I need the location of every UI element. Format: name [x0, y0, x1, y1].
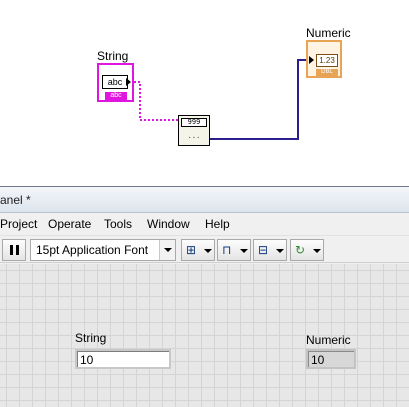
decimal-string-to-number-node[interactable]: 999 ··· — [178, 115, 210, 146]
numeric-terminal[interactable]: 1.23 DBL — [306, 40, 342, 78]
menu-bar: Project Operate Tools Window Help — [0, 213, 409, 235]
distribute-objects-button[interactable]: ⊓ — [217, 239, 251, 261]
align-objects-button[interactable]: ⊞ — [181, 239, 215, 261]
pause-button[interactable] — [2, 239, 26, 261]
numeric-indicator-label: Numeric — [306, 333, 351, 347]
string-control-value: 10 — [80, 353, 94, 367]
title-bar[interactable]: anel * — [0, 187, 409, 213]
reorder-icon: ↻ — [295, 243, 306, 257]
front-panel-window: anel * Project Operate Tools Window Help… — [0, 186, 409, 407]
menu-help[interactable]: Help — [205, 217, 230, 231]
menu-window[interactable]: Window — [147, 217, 190, 231]
text-settings-select[interactable]: 15pt Application Font — [30, 239, 176, 261]
convert-node-top: 999 — [181, 118, 207, 127]
output-arrow-icon — [126, 78, 131, 86]
align-objects-icon: ⊞ — [186, 243, 197, 257]
numeric-indicator: 10 — [306, 349, 356, 369]
menu-tools[interactable]: Tools — [104, 217, 132, 231]
font-select-value: 15pt Application Font — [36, 243, 149, 257]
string-control[interactable]: 10 — [75, 349, 171, 369]
string-terminal[interactable]: abc abc — [97, 63, 134, 102]
menu-operate[interactable]: Operate — [48, 217, 91, 231]
reorder-button[interactable]: ↻ — [290, 239, 324, 261]
numeric-terminal-inner: 1.23 — [316, 54, 338, 67]
input-arrow-icon — [309, 56, 314, 64]
resize-objects-icon: ⊟ — [258, 243, 269, 257]
string-terminal-label: String — [97, 49, 129, 63]
chevron-down-icon — [276, 249, 284, 253]
toolbar: 15pt Application Font ⊞ ⊓ ⊟ ↻ — [0, 235, 409, 263]
chevron-down-icon — [159, 240, 175, 260]
numeric-indicator-value: 10 — [311, 353, 325, 367]
numeric-wire[interactable] — [210, 59, 306, 140]
block-diagram: String abc abc Numeric 1.23 DBL 999 ··· — [0, 0, 409, 186]
window-title: anel * — [0, 193, 31, 207]
string-wire[interactable] — [134, 81, 178, 121]
resize-objects-button[interactable]: ⊟ — [253, 239, 287, 261]
chevron-down-icon — [204, 249, 212, 253]
dbl-type-badge: DBL — [316, 69, 338, 76]
string-type-badge: abc — [105, 92, 127, 100]
numeric-terminal-label: Numeric — [306, 26, 351, 40]
chevron-down-icon — [240, 249, 248, 253]
string-control-label: String — [75, 331, 107, 345]
distribute-objects-icon: ⊓ — [222, 243, 232, 257]
menu-project[interactable]: Project — [0, 217, 37, 231]
chevron-down-icon — [313, 249, 321, 253]
convert-node-bottom: ··· — [187, 134, 201, 142]
string-terminal-inner: abc — [102, 75, 128, 89]
